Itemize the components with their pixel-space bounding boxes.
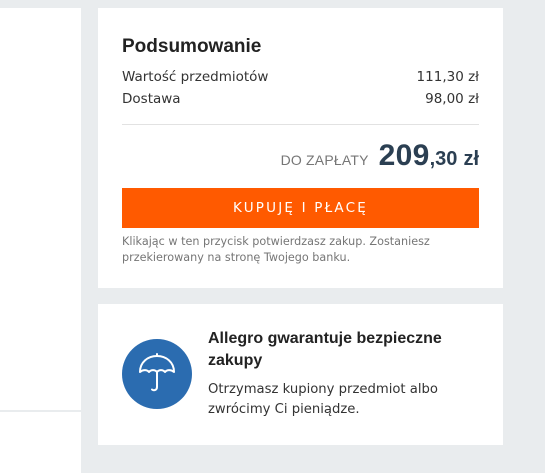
total-currency: zł — [463, 148, 479, 170]
guarantee-card: Allegro gwarantuje bezpieczne zakupy Otr… — [98, 304, 503, 445]
guarantee-text: Otrzymasz kupiony przedmiot albo zwrócim… — [208, 382, 438, 417]
left-content-panel-lower — [0, 412, 81, 473]
order-summary-card: Podsumowanie Wartość przedmiotów 111,30 … — [98, 8, 503, 288]
total-amount: 209 ,30 zł — [379, 139, 479, 173]
delivery-label: Dostawa — [122, 91, 181, 107]
checkout-page: Podsumowanie Wartość przedmiotów 111,30 … — [0, 0, 545, 473]
total-label: DO ZAPŁATY — [280, 152, 369, 168]
delivery-row: Dostawa 98,00 zł — [122, 91, 479, 109]
total-amount-integer: 209 — [378, 139, 430, 172]
items-value-row: Wartość przedmiotów 111,30 zł — [122, 69, 479, 87]
guarantee-title: Allegro gwarantuje bezpieczne zakupy — [208, 330, 442, 369]
total-amount-decimal: ,30 — [429, 148, 458, 170]
left-content-panel — [0, 8, 81, 410]
umbrella-icon — [122, 339, 192, 409]
total-to-pay: DO ZAPŁATY 209 ,30 zł — [281, 139, 479, 173]
items-value-label: Wartość przedmiotów — [122, 69, 269, 85]
summary-title: Podsumowanie — [122, 36, 262, 57]
delivery-amount: 98,00 zł — [425, 91, 479, 107]
buy-and-pay-button[interactable]: KUPUJĘ I PŁACĘ — [122, 188, 479, 228]
summary-divider — [122, 124, 479, 125]
payment-disclaimer: Klikając w ten przycisk potwierdzasz zak… — [122, 235, 430, 264]
items-value-amount: 111,30 zł — [416, 69, 479, 85]
